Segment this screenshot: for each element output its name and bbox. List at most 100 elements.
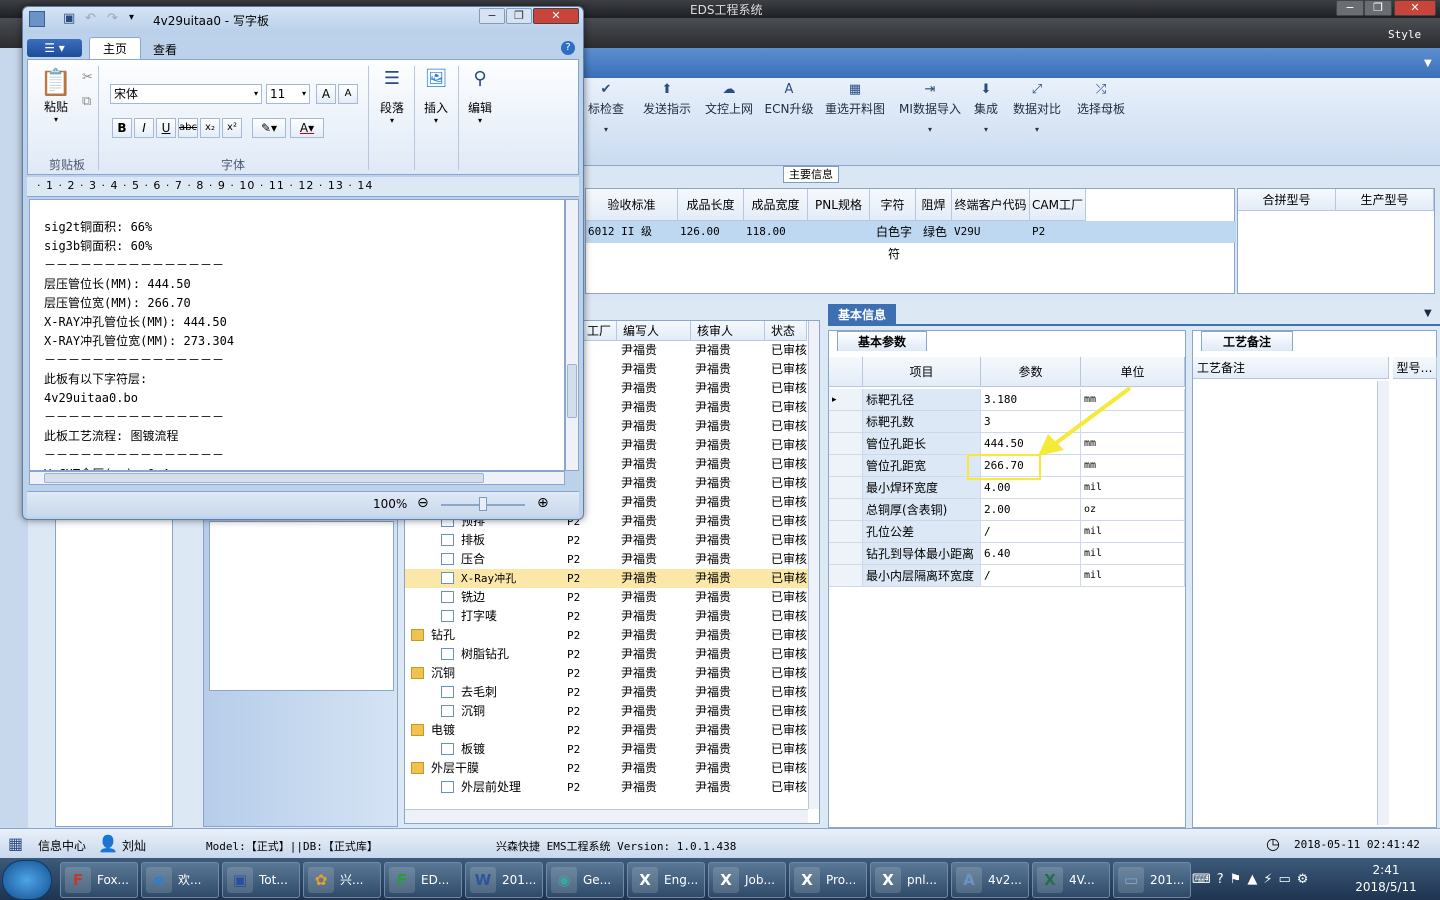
param-value[interactable]: 2.00 bbox=[981, 499, 1081, 521]
ribbon-button-4[interactable]: A ECN升级 bbox=[764, 82, 814, 117]
vscroll-thumb[interactable] bbox=[567, 364, 577, 418]
superscript-button[interactable]: x² bbox=[222, 118, 242, 138]
master-header[interactable]: 成品长度 bbox=[678, 189, 744, 221]
wordpad-close-button[interactable]: ✕ bbox=[533, 8, 579, 24]
ribbon-button-1[interactable]: ✔ 标检查 ▾ bbox=[580, 82, 632, 134]
master-header[interactable]: 成品宽度 bbox=[744, 189, 808, 221]
param-row[interactable]: 钻孔到导体最小距离 6.40 mil bbox=[829, 543, 1185, 565]
master-info-row[interactable]: 6012 II 级 126.00 118.00 白色字符 绿色 V29U P2 bbox=[586, 221, 1236, 261]
tab-basic-params[interactable]: 基本参数 bbox=[837, 331, 927, 351]
param-value[interactable]: / bbox=[981, 521, 1081, 543]
tree-row[interactable]: 板镀 P2 尹福贵 尹福贵 已审核 bbox=[405, 740, 809, 759]
tree-row[interactable]: 外层前处理 P2 尹福贵 尹福贵 已审核 bbox=[405, 778, 809, 797]
tray-icons[interactable]: ⌨?⚑▲⚡▭⚙ bbox=[1192, 872, 1314, 887]
taskbar-item[interactable]: ▭ 201... bbox=[1113, 862, 1191, 898]
taskbar-item[interactable]: ◉ Ge... bbox=[546, 862, 624, 898]
bold-button[interactable]: B bbox=[112, 118, 132, 138]
document-area[interactable]: sig2t铜面积: 66% sig3b铜面积: 60% －－－－－－－－－－－－－－… bbox=[29, 199, 565, 471]
craft-vscroll[interactable] bbox=[1377, 381, 1389, 825]
tree-row[interactable]: X-Ray冲孔 P2 尹福贵 尹福贵 已审核 bbox=[405, 569, 809, 588]
tab-basic-info[interactable]: 基本信息 bbox=[828, 304, 896, 326]
style-menu[interactable]: Style bbox=[1388, 28, 1421, 41]
undo-icon[interactable]: ↶ bbox=[85, 11, 96, 26]
ribbon-button-2[interactable]: ⬆ 发送指示 bbox=[640, 82, 694, 117]
tree-row[interactable]: 排板 P2 尹福贵 尹福贵 已审核 bbox=[405, 531, 809, 550]
start-button[interactable] bbox=[2, 860, 52, 900]
wordpad-file-menu-button[interactable]: ☰ ▾ bbox=[27, 39, 82, 57]
save-icon[interactable]: ▣ bbox=[63, 11, 75, 26]
craft-notes-header[interactable]: 工艺备注 bbox=[1193, 357, 1389, 379]
cut-icon[interactable]: ✂ bbox=[82, 70, 93, 85]
help-icon[interactable]: ? bbox=[561, 41, 575, 55]
merge-model-header[interactable]: 合拼型号 bbox=[1238, 189, 1336, 211]
basic-collapse-icon[interactable]: ▼ bbox=[1424, 308, 1432, 319]
taskbar-clock[interactable]: 2:41 2018/5/11 bbox=[1350, 862, 1422, 896]
tree-row[interactable]: 去毛刺 P2 尹福贵 尹福贵 已审核 bbox=[405, 683, 809, 702]
taskbar-item[interactable]: e 欢... bbox=[141, 862, 219, 898]
wordpad-maximize-button[interactable]: ❐ bbox=[506, 8, 532, 24]
tab-home[interactable]: 主页 bbox=[89, 37, 141, 59]
taskbar-item[interactable]: ✿ 兴... bbox=[303, 862, 381, 898]
master-header[interactable]: 验收标准 bbox=[586, 189, 678, 221]
ribbon-button-8[interactable]: ⤢ 数据对比 ▾ bbox=[1010, 82, 1064, 134]
taskbar-item[interactable]: X 4V... bbox=[1032, 862, 1110, 898]
taskbar-item[interactable]: Xpnl... bbox=[870, 862, 948, 898]
ribbon-button-9[interactable]: ⤮ 选择母板 bbox=[1074, 82, 1128, 117]
tree-row[interactable]: 铣边 P2 尹福贵 尹福贵 已审核 bbox=[405, 588, 809, 607]
font-color-button[interactable]: A▾ bbox=[290, 118, 324, 138]
production-model-header[interactable]: 生产型号 bbox=[1336, 189, 1434, 211]
underline-button[interactable]: U bbox=[156, 118, 176, 138]
param-row[interactable]: 最小焊环宽度 4.00 mil bbox=[829, 477, 1185, 499]
font-size-select[interactable]: 11 ▾ bbox=[266, 84, 310, 104]
ribbon-collapse-icon[interactable]: ▼ bbox=[1424, 58, 1432, 69]
highlight-color-button[interactable]: ✎▾ bbox=[252, 118, 286, 138]
param-row[interactable]: 孔位公差 / mil bbox=[829, 521, 1185, 543]
wordpad-minimize-button[interactable]: − bbox=[479, 8, 505, 24]
hscroll-thumb[interactable] bbox=[44, 473, 484, 483]
tree-vscroll[interactable] bbox=[808, 321, 819, 809]
taskbar-item[interactable]: F ED... bbox=[384, 862, 462, 898]
strikethrough-button[interactable]: abc bbox=[178, 118, 198, 138]
redo-icon[interactable]: ↷ bbox=[107, 11, 118, 26]
document-vscroll[interactable] bbox=[565, 199, 579, 471]
craft-model-header[interactable]: 型号… bbox=[1393, 357, 1437, 379]
reviewer-header[interactable]: 核审人 bbox=[691, 321, 765, 341]
writer-header[interactable]: 编写人 bbox=[617, 321, 691, 341]
zoom-in-icon[interactable]: ⊕ bbox=[537, 495, 549, 511]
minimize-button[interactable]: − bbox=[1336, 0, 1364, 16]
item-header[interactable]: 项目 bbox=[863, 357, 981, 387]
taskbar-item[interactable]: A 4v2... bbox=[951, 862, 1029, 898]
tree-row[interactable]: ⊟电镀P2尹福贵尹福贵已审核 bbox=[405, 721, 809, 740]
quick-access-dropdown-icon[interactable]: ▾ bbox=[129, 12, 134, 23]
tree-row[interactable]: 沉铜 P2 尹福贵 尹福贵 已审核 bbox=[405, 702, 809, 721]
master-header[interactable]: CAM工厂 bbox=[1030, 189, 1086, 221]
master-header[interactable]: 阻焊 bbox=[916, 189, 952, 221]
ruler[interactable]: · 1 · 2 · 3 · 4 · 5 · 6 · 7 · 8 · 9 · 10… bbox=[27, 177, 579, 197]
copy-icon[interactable]: ⧉ bbox=[82, 94, 91, 109]
tree-row[interactable]: 压合 P2 尹福贵 尹福贵 已审核 bbox=[405, 550, 809, 569]
master-header[interactable]: 字符 bbox=[870, 189, 916, 221]
wordpad-app-icon[interactable] bbox=[29, 11, 45, 27]
ribbon-button-7[interactable]: ⬇ 集成 ▾ bbox=[970, 82, 1002, 134]
taskbar-item[interactable]: X Eng... bbox=[627, 862, 705, 898]
param-value[interactable]: / bbox=[981, 565, 1081, 587]
tree-row[interactable]: ⊟钻孔P2尹福贵尹福贵已审核 bbox=[405, 626, 809, 645]
master-header[interactable]: 终端客户代码 bbox=[952, 189, 1030, 221]
grow-font-button[interactable]: A bbox=[316, 84, 336, 104]
tree-row[interactable]: ⊟外层干膜P2尹福贵尹福贵已审核 bbox=[405, 759, 809, 778]
tab-view[interactable]: 查看 bbox=[153, 41, 177, 58]
tree-hscroll[interactable] bbox=[405, 809, 808, 823]
status-header[interactable]: 状态 bbox=[765, 321, 807, 341]
close-button[interactable]: ✕ bbox=[1394, 0, 1436, 16]
master-header[interactable]: PNL规格 bbox=[808, 189, 870, 221]
windows-grid-icon[interactable]: ▦ bbox=[8, 834, 30, 854]
taskbar-item[interactable]: W 201... bbox=[465, 862, 543, 898]
ribbon-button-3[interactable]: ☁ 文控上网 bbox=[702, 82, 756, 117]
zoom-slider-thumb[interactable] bbox=[479, 497, 487, 511]
param-value[interactable]: 4.00 bbox=[981, 477, 1081, 499]
param-row[interactable]: 总铜厚(含表铜) 2.00 oz bbox=[829, 499, 1185, 521]
restore-button[interactable]: ❐ bbox=[1364, 0, 1392, 16]
info-center-link[interactable]: 信息中心 bbox=[38, 837, 86, 854]
param-value[interactable]: 6.40 bbox=[981, 543, 1081, 565]
paragraph-button[interactable]: ☰ 段落 ▾ bbox=[374, 68, 410, 125]
